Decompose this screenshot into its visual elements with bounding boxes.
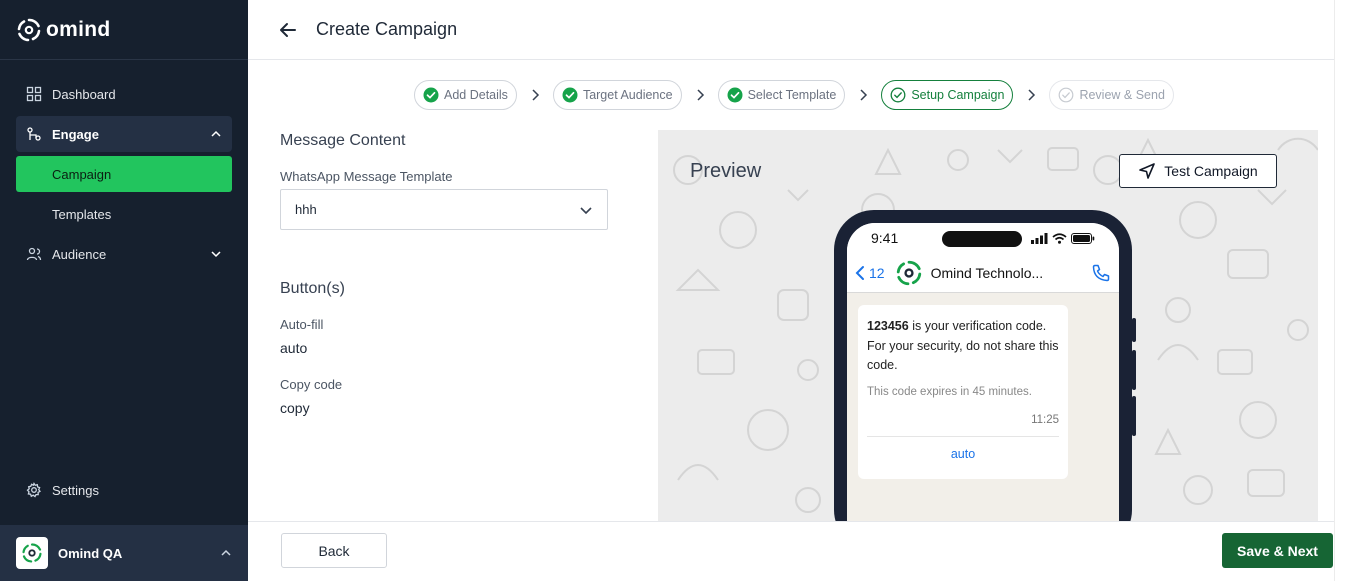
scrollbar[interactable]: [1334, 0, 1350, 581]
sidebar-item-label: Dashboard: [52, 86, 116, 102]
message-body: 123456 is your verification code. For yo…: [867, 317, 1059, 376]
sidebar-item-dashboard[interactable]: Dashboard: [16, 76, 232, 112]
step-target-audience[interactable]: Target Audience: [552, 80, 682, 110]
progress-stepper: Add Details Target Audience Select Templ…: [414, 80, 1174, 110]
chat-header: 12 Omind Technolo...: [847, 253, 1119, 293]
chevron-up-icon: [220, 547, 232, 559]
battery-icon: [1071, 232, 1095, 244]
copy-code-label: Copy code: [280, 377, 343, 392]
omind-logo-icon: [16, 17, 42, 43]
contact-name: Omind Technolo...: [930, 264, 1044, 281]
chevron-left-icon: [855, 265, 864, 280]
check-circle-icon: [562, 87, 578, 103]
phone-side-button: [1132, 350, 1136, 390]
grid-icon: [26, 86, 42, 102]
test-campaign-button[interactable]: Test Campaign: [1119, 154, 1277, 188]
message-footer: This code expires in 45 minutes.: [867, 385, 1032, 398]
step-select-template[interactable]: Select Template: [717, 80, 846, 110]
chevron-right-icon: [1013, 89, 1049, 101]
send-icon: [1138, 162, 1156, 180]
phone-mockup: 9:41 12 Omind Technolo... 123456 is your…: [834, 210, 1136, 522]
autofill-label: Auto-fill: [280, 317, 324, 332]
user-name: Omind QA: [58, 545, 123, 561]
page-title: Create Campaign: [316, 19, 458, 39]
sidebar-item-engage[interactable]: Engage: [16, 116, 232, 152]
sidebar-item-campaign[interactable]: Campaign: [16, 156, 232, 192]
sidebar-nav: Dashboard Engage Campaign Templates Audi…: [0, 60, 248, 272]
step-label: Setup Campaign: [911, 88, 1005, 102]
autofill-value: auto: [280, 340, 308, 356]
chevron-right-icon: [682, 89, 718, 101]
template-label: WhatsApp Message Template: [280, 169, 453, 184]
chat-back-button[interactable]: 12: [855, 265, 885, 281]
page-header: Create Campaign: [248, 0, 1350, 60]
step-label: Add Details: [444, 88, 508, 102]
user-menu[interactable]: Omind QA: [0, 525, 248, 581]
preview-title: Preview: [690, 160, 762, 182]
template-select-value: hhh: [295, 202, 317, 217]
brand: omind: [0, 0, 248, 60]
message-action-button[interactable]: auto: [867, 437, 1059, 479]
sidebar-item-templates[interactable]: Templates: [16, 196, 232, 232]
chevron-right-icon: [845, 89, 881, 101]
chevron-down-icon: [210, 248, 222, 260]
check-circle-outline-icon: [890, 87, 906, 103]
phone-side-button: [1132, 396, 1136, 436]
step-review-send[interactable]: Review & Send: [1049, 80, 1174, 110]
save-next-button[interactable]: Save & Next: [1222, 533, 1333, 568]
verification-code: 123456: [867, 319, 909, 333]
chevron-up-icon: [210, 128, 222, 140]
preview-panel: Preview Test Campaign 9:41 12 Omind Tech…: [658, 130, 1318, 522]
step-setup-campaign[interactable]: Setup Campaign: [881, 80, 1014, 110]
engage-icon: [26, 126, 42, 142]
sidebar-item-label: Engage: [52, 126, 99, 142]
test-campaign-label: Test Campaign: [1164, 163, 1258, 179]
gear-icon: [26, 482, 42, 498]
step-add-details[interactable]: Add Details: [414, 80, 517, 110]
back-button[interactable]: Back: [281, 533, 387, 568]
phone-screen: 9:41 12 Omind Technolo... 123456 is your…: [847, 223, 1119, 522]
message-bubble: 123456 is your verification code. For yo…: [858, 305, 1068, 479]
chevron-down-icon: [579, 203, 593, 217]
check-circle-outline-icon: [1058, 87, 1074, 103]
step-label: Review & Send: [1079, 88, 1165, 102]
buttons-title: Button(s): [280, 280, 345, 297]
step-label: Select Template: [747, 88, 837, 102]
sidebar-item-label: Campaign: [52, 166, 112, 182]
footer-actions: Back Save & Next: [248, 521, 1350, 581]
phone-side-button: [1132, 318, 1136, 342]
omind-logo-icon: [22, 543, 42, 563]
check-circle-icon: [423, 87, 439, 103]
back-arrow-icon[interactable]: [278, 20, 298, 40]
sidebar: omind Dashboard Engage Campaign Template…: [0, 0, 248, 581]
step-label: Target Audience: [582, 88, 673, 102]
avatar: [16, 537, 48, 569]
wifi-icon: [1052, 232, 1067, 244]
status-icons: [1031, 232, 1095, 244]
phone-time: 9:41: [871, 230, 899, 246]
check-circle-icon: [727, 87, 743, 103]
main-content: Create Campaign Add Details Target Audie…: [248, 0, 1350, 581]
message-content-title: Message Content: [280, 132, 406, 149]
phone-call-icon[interactable]: [1091, 263, 1111, 283]
sidebar-item-settings[interactable]: Settings: [16, 472, 232, 508]
template-select[interactable]: hhh: [280, 189, 608, 230]
phone-status-bar: 9:41: [847, 223, 1119, 253]
chevron-right-icon: [517, 89, 553, 101]
unread-count: 12: [869, 264, 885, 281]
signal-icon: [1031, 232, 1048, 244]
dynamic-island: [942, 231, 1022, 247]
sidebar-item-audience[interactable]: Audience: [16, 236, 232, 272]
users-icon: [26, 246, 42, 262]
omind-logo-icon: [895, 259, 923, 287]
sidebar-item-label: Templates: [52, 206, 112, 222]
message-timestamp: 11:25: [867, 411, 1059, 437]
brand-name: omind: [46, 17, 111, 41]
copy-code-value: copy: [280, 400, 310, 416]
sidebar-item-label: Settings: [52, 482, 99, 498]
sidebar-item-label: Audience: [52, 246, 107, 262]
